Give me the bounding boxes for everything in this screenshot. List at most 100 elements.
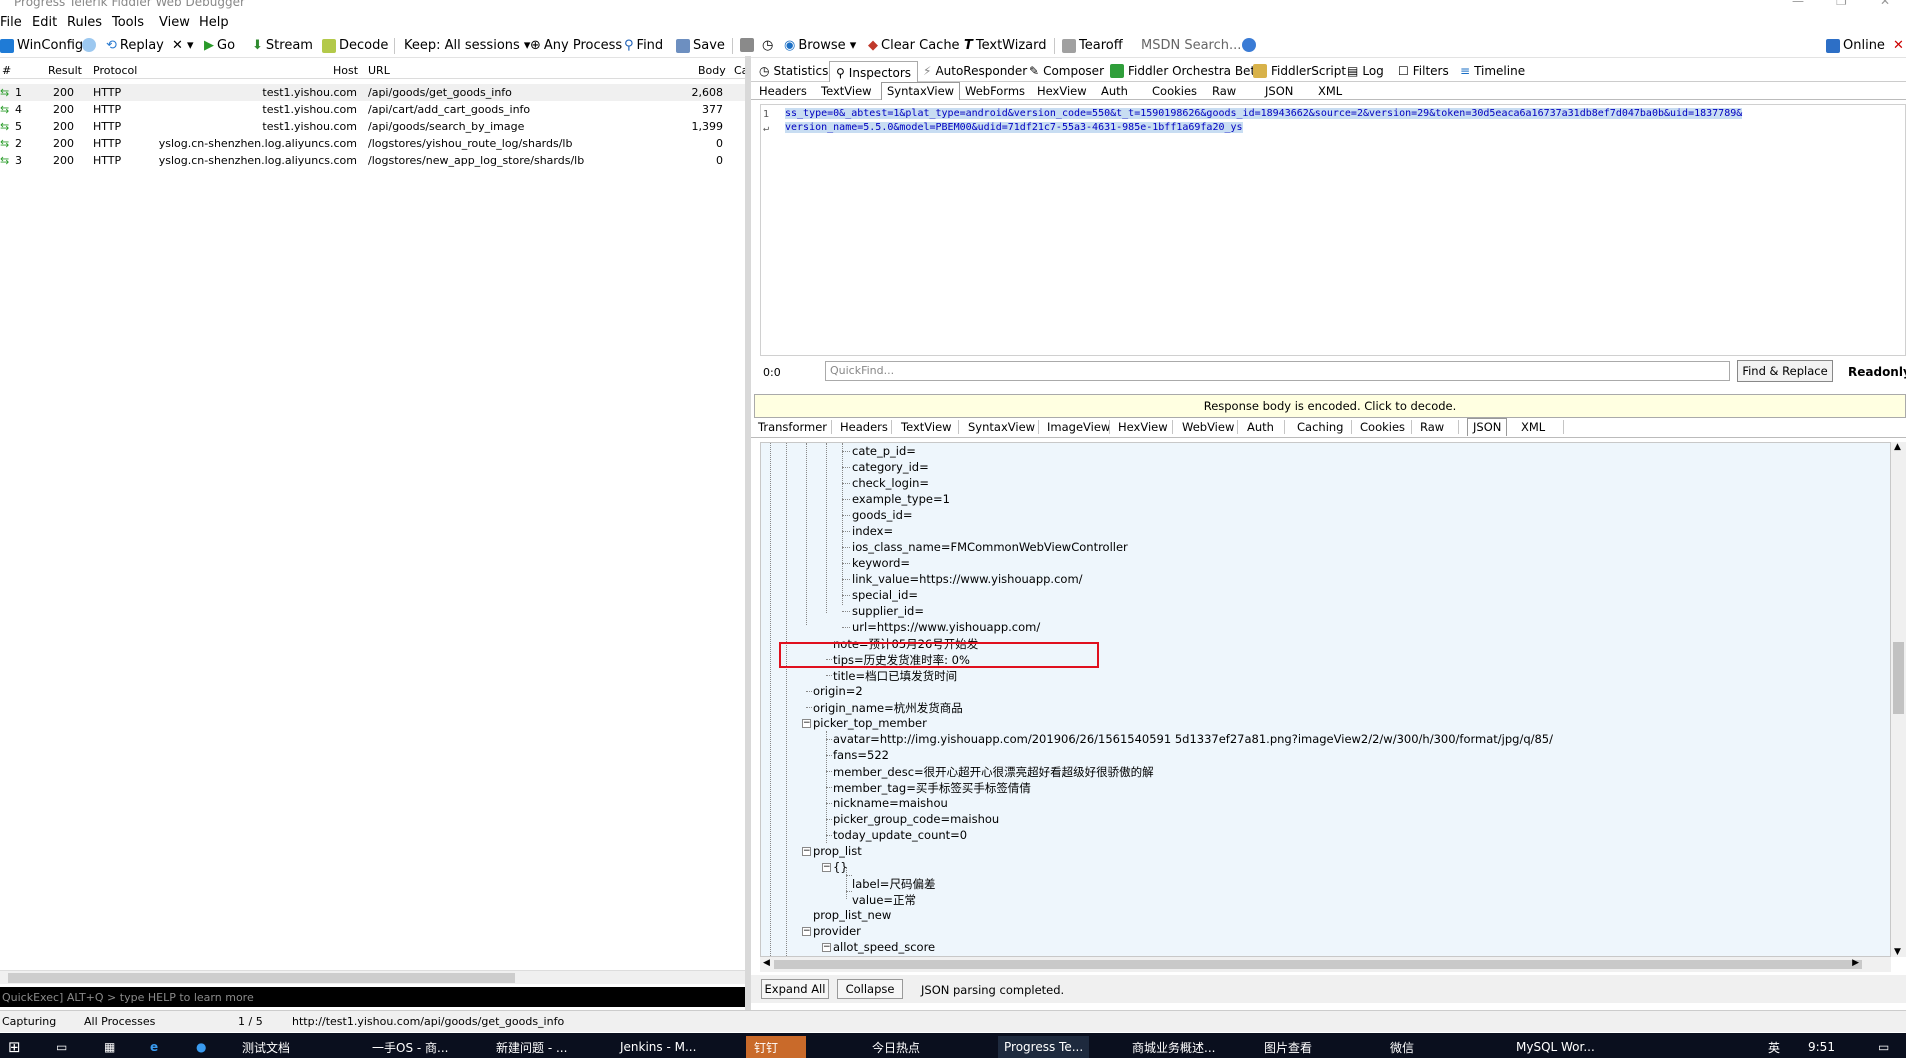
tearoff-button[interactable]: Tearoff <box>1062 38 1123 53</box>
req-tab-cookies[interactable]: Cookies <box>1152 84 1197 98</box>
close-toolbar-icon[interactable]: ✕ <box>1893 38 1904 53</box>
scroll-down-icon[interactable]: ▼ <box>1894 947 1901 957</box>
find-button[interactable]: ⚲ Find <box>624 38 663 53</box>
tree-node[interactable]: today_update_count=0 <box>833 828 967 842</box>
req-tab-auth[interactable]: Auth <box>1101 84 1128 98</box>
req-tab-hexview[interactable]: HexView <box>1037 84 1087 98</box>
replay-button[interactable]: ⟲ Replay <box>106 38 164 53</box>
tree-node[interactable]: index= <box>852 524 893 538</box>
taskbar-item[interactable]: 一手OS - 商... <box>372 1036 448 1058</box>
screenshot-button[interactable] <box>740 38 754 52</box>
tree-node[interactable]: allot_speed_score <box>833 940 935 954</box>
sessions-horizontal-scrollbar[interactable] <box>0 970 745 984</box>
session-row[interactable]: ⇆ 2 200 HTTP yslog.cn-shenzhen.log.aliyu… <box>0 135 745 152</box>
tree-node[interactable]: origin=2 <box>813 684 863 698</box>
tab-log[interactable]: ▤ Log <box>1347 64 1384 78</box>
expand-all-button[interactable]: Expand All <box>761 979 829 999</box>
close-window-icon[interactable]: ✕ <box>1880 0 1890 8</box>
req-tab-raw[interactable]: Raw <box>1212 84 1236 98</box>
taskbar-item[interactable]: 新建问题 - ... <box>496 1036 567 1058</box>
tree-node[interactable]: url=https://www.yishouapp.com/ <box>852 620 1040 634</box>
col-result[interactable]: Result <box>48 64 82 77</box>
resp-tab-syntaxview[interactable]: SyntaxView <box>968 420 1035 434</box>
tree-node[interactable]: provider <box>813 924 861 938</box>
session-row[interactable]: ⇆ 4 200 HTTP test1.yishou.com /api/cart/… <box>0 101 745 118</box>
tree-node[interactable]: cate_p_id= <box>852 444 916 458</box>
collapse-toggle[interactable]: − <box>822 863 831 872</box>
collapse-button[interactable]: Collapse <box>837 979 903 999</box>
comment-button[interactable] <box>82 38 96 52</box>
taskbar-item[interactable]: 微信 <box>1390 1036 1414 1058</box>
menu-help[interactable]: Help <box>199 15 229 30</box>
calculator-icon[interactable]: ▦ <box>104 1036 115 1058</box>
tree-node[interactable]: picker_group_code=maishou <box>833 812 999 826</box>
taskbar-item[interactable]: 钉钉 <box>746 1036 807 1058</box>
json-tree-view[interactable]: cate_p_id= category_id= check_login= exa… <box>760 442 1891 957</box>
winconfig-button[interactable]: WinConfig <box>0 38 83 53</box>
taskbar-item[interactable]: MySQL Wor... <box>1516 1036 1595 1058</box>
tree-node[interactable]: {} <box>833 860 848 874</box>
scroll-right-icon[interactable]: ▶ <box>1852 958 1859 968</box>
tree-node[interactable]: ios_class_name=FMCommonWebViewController <box>852 540 1128 554</box>
tree-node[interactable]: keyword= <box>852 556 910 570</box>
menu-rules[interactable]: Rules <box>67 15 102 30</box>
tree-node[interactable]: prop_list_new <box>813 908 891 922</box>
minimize-icon[interactable]: — <box>1792 0 1804 8</box>
tab-autoresponder[interactable]: ⚡ AutoResponder <box>923 64 1027 78</box>
req-tab-headers[interactable]: Headers <box>759 84 807 98</box>
menu-view[interactable]: View <box>159 15 190 30</box>
notification-icon[interactable]: ▭ <box>1878 1036 1889 1058</box>
clock[interactable]: 9:51 <box>1808 1036 1835 1058</box>
collapse-toggle[interactable]: − <box>802 847 811 856</box>
tree-node[interactable]: label=尺码偏差 <box>852 876 935 892</box>
taskbar-item[interactable]: Progress Te... <box>998 1036 1090 1058</box>
resp-tab-imageview[interactable]: ImageView <box>1047 420 1110 434</box>
process-filter[interactable]: All Processes <box>84 1015 155 1028</box>
app-icon[interactable]: ● <box>196 1036 206 1058</box>
any-process-button[interactable]: ⊕ Any Process <box>530 38 622 53</box>
pane-splitter[interactable] <box>745 56 751 1011</box>
resp-tab-json[interactable]: JSON <box>1467 418 1508 436</box>
edge-icon[interactable]: e <box>150 1036 158 1058</box>
tree-horizontal-scrollbar[interactable]: ◀ ▶ <box>760 957 1891 972</box>
resp-tab-textview[interactable]: TextView <box>901 420 952 434</box>
resp-tab-cookies[interactable]: Cookies <box>1360 420 1405 434</box>
tree-node[interactable]: nickname=maishou <box>833 796 948 810</box>
resp-tab-webview[interactable]: WebView <box>1182 420 1234 434</box>
quickfind-input[interactable]: QuickFind... <box>825 361 1730 381</box>
decode-button[interactable]: Decode <box>322 38 388 53</box>
scroll-up-icon[interactable]: ▲ <box>1894 442 1901 452</box>
collapse-toggle[interactable]: − <box>802 927 811 936</box>
col-num[interactable]: # <box>2 64 11 77</box>
tree-node[interactable]: category_id= <box>852 460 929 474</box>
tab-composer[interactable]: ✎ Composer <box>1029 64 1104 78</box>
remove-button[interactable]: ✕ ▾ <box>172 38 194 53</box>
tree-node[interactable]: picker_top_member <box>813 716 927 730</box>
tree-node[interactable]: value=正常 <box>852 892 916 908</box>
session-row[interactable]: ⇆ 1 200 HTTP test1.yishou.com /api/goods… <box>0 84 745 101</box>
tree-node[interactable]: title=档口已填发货时间 <box>833 668 957 684</box>
tab-timeline[interactable]: ≡ Timeline <box>1460 64 1525 78</box>
col-host[interactable]: Host <box>333 64 358 77</box>
go-button[interactable]: ▶ Go <box>204 38 235 53</box>
resp-tab-raw[interactable]: Raw <box>1420 420 1444 434</box>
menu-edit[interactable]: Edit <box>32 15 57 30</box>
req-tab-webforms[interactable]: WebForms <box>965 84 1025 98</box>
find-replace-button[interactable]: Find & Replace <box>1737 360 1833 382</box>
help-icon[interactable] <box>1242 38 1256 52</box>
tree-node[interactable]: member_tag=买手标签买手标签倩倩 <box>833 780 1031 796</box>
keep-sessions-dropdown[interactable]: Keep: All sessions ▾ <box>404 38 530 53</box>
tree-node[interactable]: origin_name=杭州发货商品 <box>813 700 963 716</box>
taskbar-item[interactable]: 图片查看 <box>1264 1036 1312 1058</box>
tree-vertical-scrollbar[interactable]: ▲ ▼ <box>1891 442 1906 957</box>
menu-tools[interactable]: Tools <box>112 15 144 30</box>
resp-tab-xml[interactable]: XML <box>1521 420 1545 434</box>
req-tab-syntaxview[interactable]: SyntaxView <box>881 82 961 100</box>
tree-node[interactable]: fans=522 <box>833 748 889 762</box>
collapse-toggle[interactable]: − <box>802 719 811 728</box>
menu-file[interactable]: File <box>0 15 22 30</box>
taskbar-item[interactable]: Jenkins - M... <box>620 1036 696 1058</box>
clear-cache-button[interactable]: ◆ Clear Cache <box>868 38 960 53</box>
scroll-left-icon[interactable]: ◀ <box>763 958 770 968</box>
tree-node[interactable]: special_id= <box>852 588 918 602</box>
